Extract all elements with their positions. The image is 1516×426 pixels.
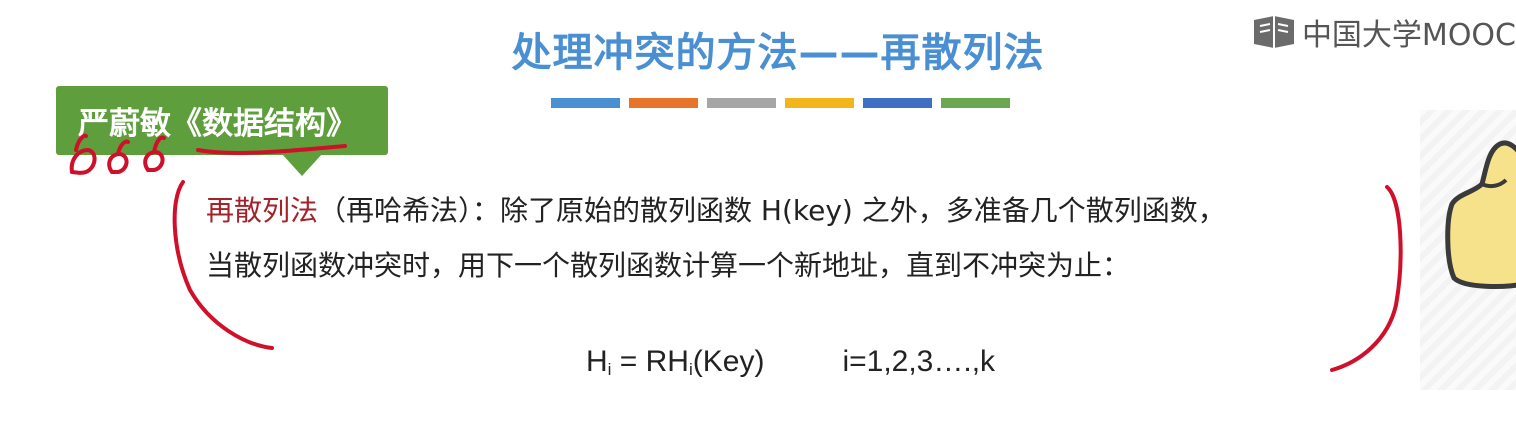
- definition-line-2: 当散列函数冲突时，用下一个散列函数计算一个新地址，直到不冲突为止：: [206, 249, 1131, 282]
- formula-argument: (Key): [692, 345, 765, 378]
- definition-line-1: 再散列法（再哈希法）：除了原始的散列函数 H(key) 之外，多准备几个散列函数…: [206, 183, 1406, 238]
- formula-lhs: H: [586, 345, 608, 378]
- color-bar: [863, 98, 932, 108]
- color-bar: [707, 98, 776, 108]
- color-bar: [941, 98, 1010, 108]
- thumbs-up-icon: [1445, 140, 1516, 289]
- color-bar: [785, 98, 854, 108]
- book-tag-label: 严蔚敏《数据结构》: [78, 106, 357, 142]
- book-tag-pointer: [282, 154, 322, 176]
- color-bar: [551, 98, 620, 108]
- rehash-formula: Hi = RHi(Key) i=1,2,3….,k: [586, 345, 995, 380]
- defined-term: 再散列法: [206, 194, 319, 227]
- title-color-bars: [551, 98, 1010, 108]
- definition-line-1-rest: （再哈希法）：除了原始的散列函数 H(key) 之外，多准备几个散列函数，: [318, 194, 1226, 227]
- mooc-book-icon: [1253, 16, 1294, 48]
- formula-index-range: i=1,2,3….,k: [842, 345, 996, 378]
- book-source-tag: 严蔚敏《数据结构》: [56, 86, 388, 155]
- definition-text: 再散列法（再哈希法）：除了原始的散列函数 H(key) 之外，多准备几个散列函数…: [206, 183, 1406, 293]
- logo-text: 中国大学MOOC: [1301, 18, 1516, 53]
- mooc-logo: 中国大学MOOC: [1252, 12, 1516, 53]
- color-bar: [629, 98, 698, 108]
- formula-equals-rh: = RH: [611, 345, 689, 378]
